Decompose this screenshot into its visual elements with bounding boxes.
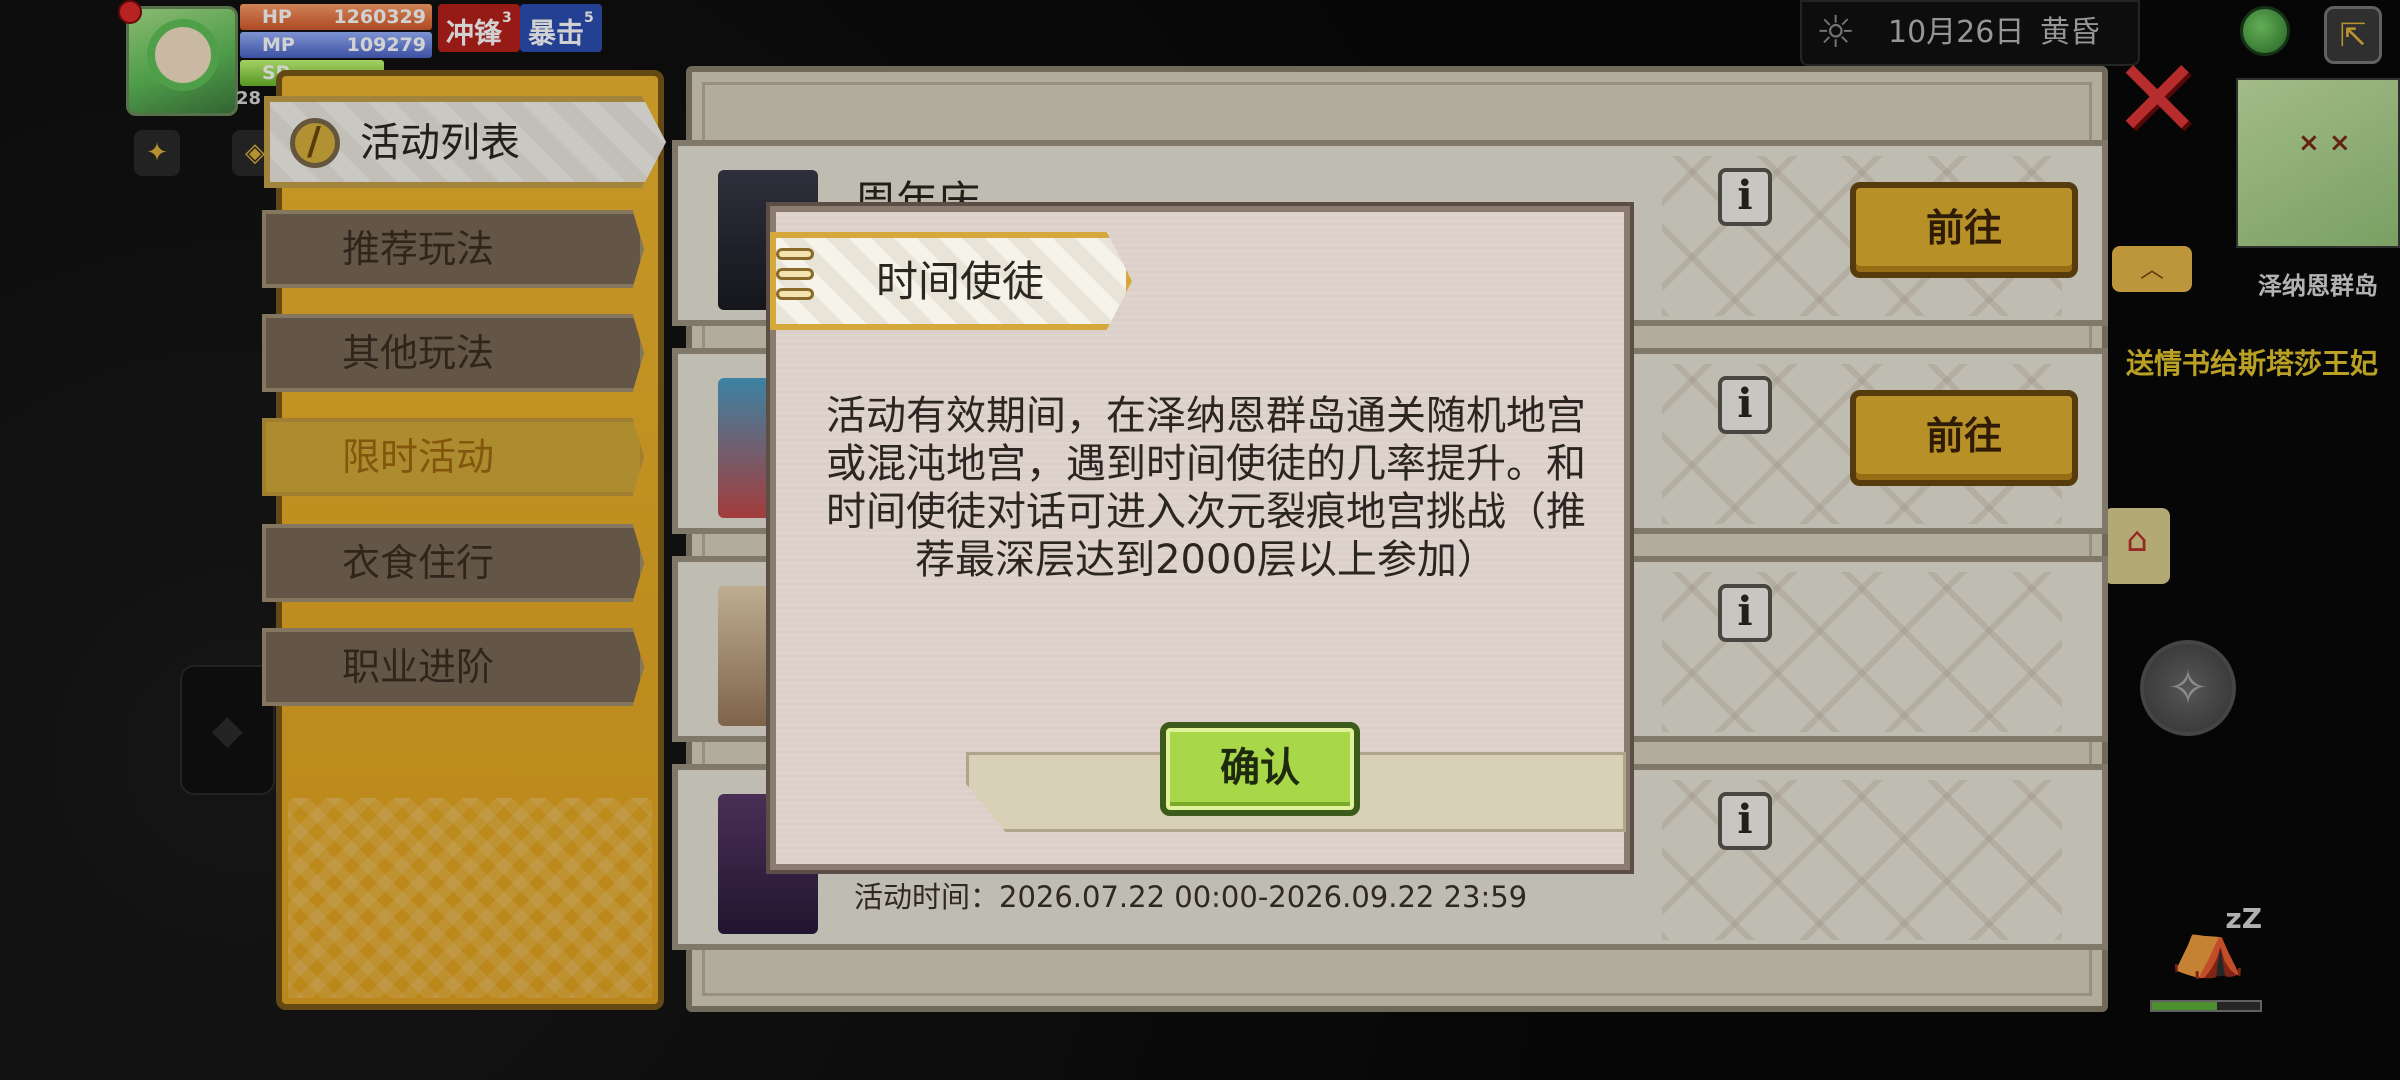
dialog-title: 时间使徒 (876, 257, 1045, 306)
confirm-button[interactable]: 确认 (1160, 722, 1360, 816)
dialog-title-tab: 时间使徒 (770, 232, 1132, 330)
dialog-description: 活动有效期间，在泽纳恩群岛通关随机地宫或混沌地宫，遇到时间使徒的几率提升。和时间… (826, 393, 1586, 583)
binder-rings-icon (776, 248, 816, 318)
